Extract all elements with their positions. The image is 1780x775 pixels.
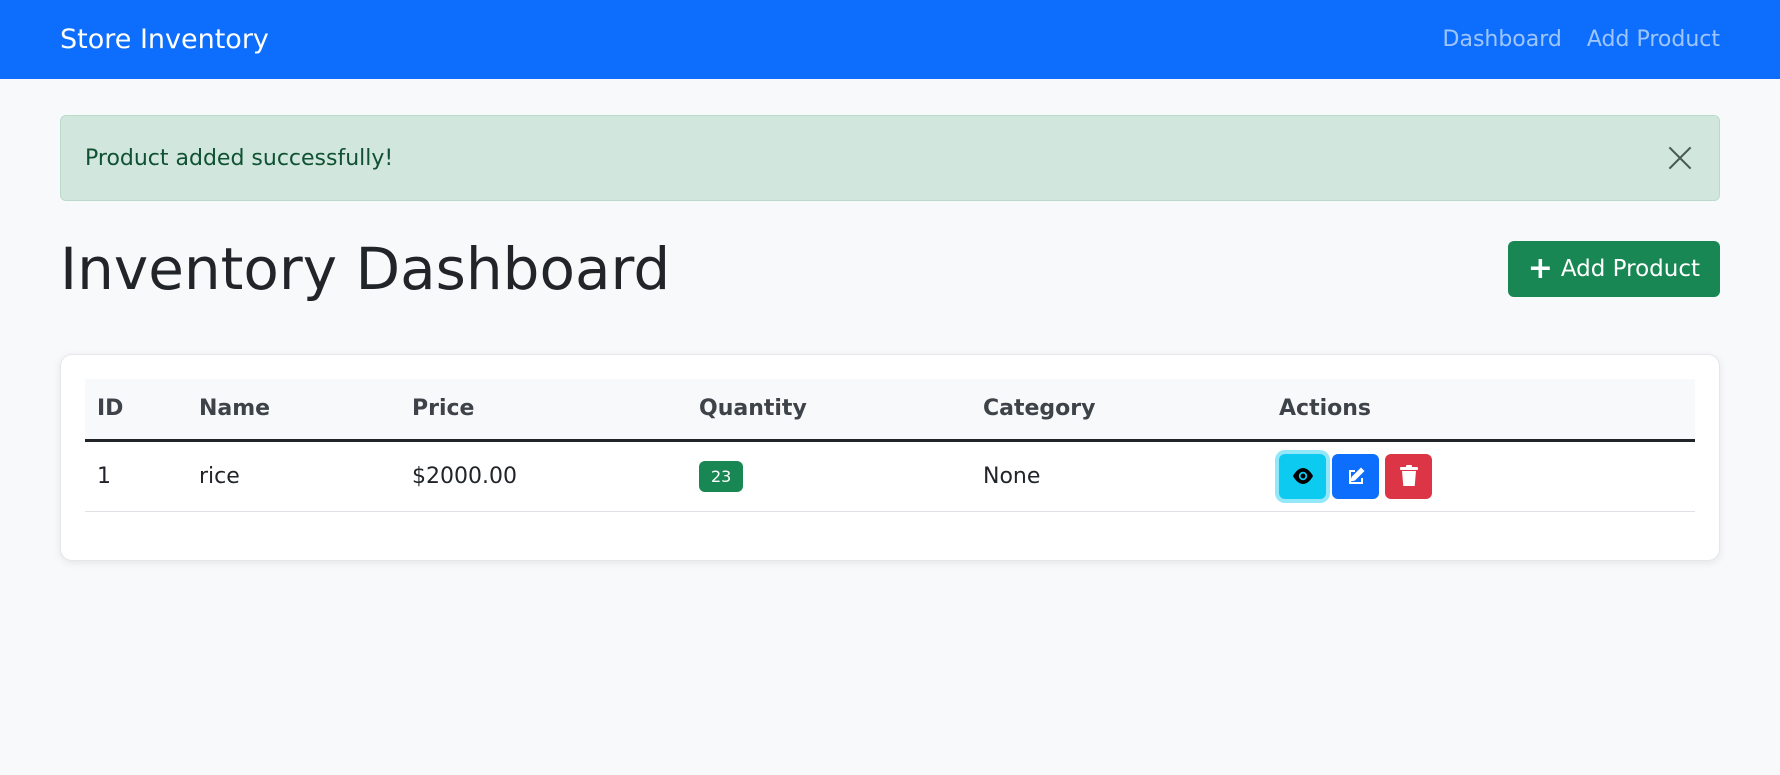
main-container: Product added successfully! Inventory Da… [0, 115, 1780, 561]
cell-category: None [971, 440, 1267, 512]
column-header-category: Category [971, 379, 1267, 442]
cell-quantity: 23 [687, 440, 971, 512]
edit-icon [1348, 467, 1364, 484]
cell-actions [1267, 440, 1695, 512]
inventory-table: ID Name Price Quantity Category Actions … [85, 379, 1695, 512]
table-header-row: ID Name Price Quantity Category Actions [85, 379, 1695, 442]
delete-button[interactable] [1385, 453, 1432, 499]
nav-link-add-product[interactable]: Add Product [1587, 27, 1720, 52]
cell-id: 1 [85, 440, 187, 512]
column-header-price: Price [400, 379, 687, 442]
nav-link-dashboard[interactable]: Dashboard [1443, 27, 1562, 52]
row-actions [1279, 453, 1683, 499]
add-product-button[interactable]: + Add Product [1507, 240, 1720, 297]
cell-name: rice [187, 440, 400, 512]
inventory-card: ID Name Price Quantity Category Actions … [60, 354, 1720, 561]
success-alert: Product added successfully! [60, 115, 1720, 201]
header-row: Inventory Dashboard + Add Product [60, 231, 1720, 306]
page-title: Inventory Dashboard [60, 234, 671, 303]
view-button[interactable] [1279, 453, 1326, 499]
add-product-label: Add Product [1560, 255, 1700, 282]
eye-icon [1292, 468, 1313, 484]
column-header-id: ID [85, 379, 187, 442]
nav-links: Dashboard Add Product [1443, 27, 1720, 52]
quantity-badge: 23 [699, 460, 744, 492]
plus-icon: + [1527, 250, 1553, 286]
alert-message: Product added successfully! [85, 145, 394, 171]
trash-icon [1399, 465, 1418, 486]
column-header-name: Name [187, 379, 400, 442]
edit-button[interactable] [1332, 453, 1379, 499]
column-header-quantity: Quantity [687, 379, 971, 442]
cell-price: $2000.00 [400, 440, 687, 512]
navbar: Store Inventory Dashboard Add Product [0, 0, 1780, 79]
column-header-actions: Actions [1267, 379, 1695, 442]
navbar-brand[interactable]: Store Inventory [60, 24, 269, 55]
table-row: 1 rice $2000.00 23 None [85, 440, 1695, 512]
close-icon[interactable] [1665, 143, 1695, 173]
